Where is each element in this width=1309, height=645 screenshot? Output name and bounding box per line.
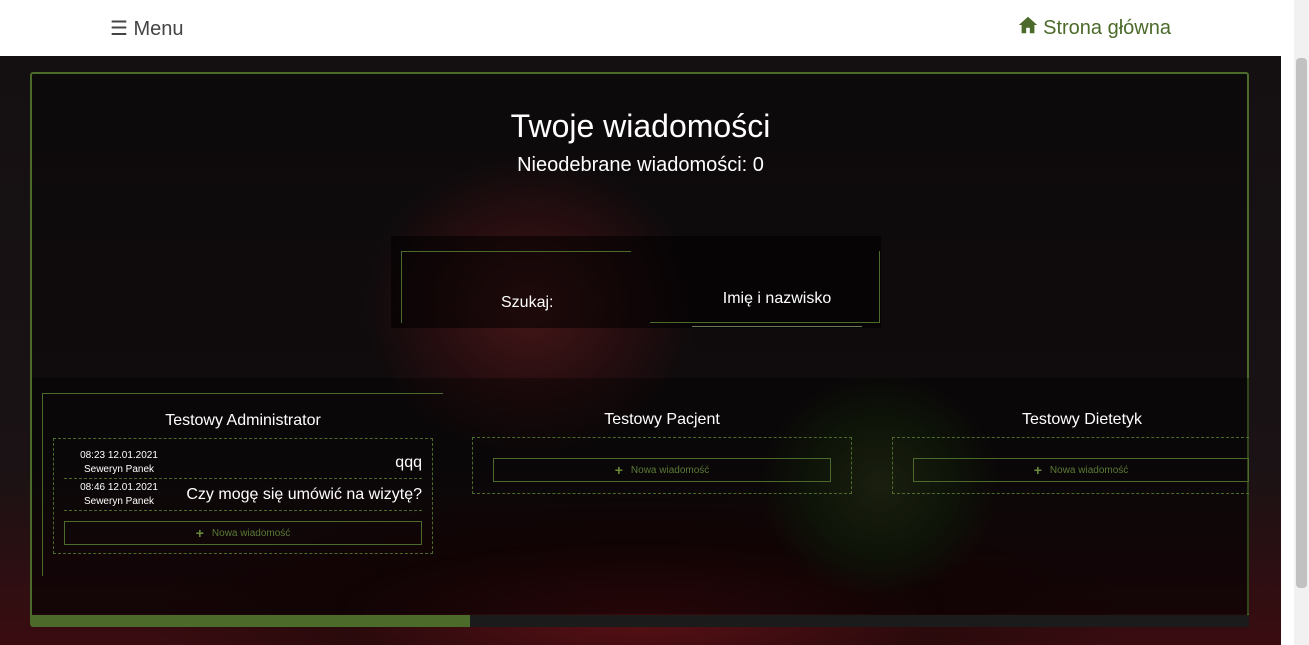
contact-card: Testowy Pacjent + Nowa wiadomość [472,409,852,494]
message-item[interactable]: 08:46 12.01.2021 Seweryn Panek Czy mogę … [64,479,422,511]
home-link-label: Strona główna [1043,16,1171,39]
message-meta: 08:46 12.01.2021 Seweryn Panek [64,481,174,509]
new-message-button[interactable]: + Nowa wiadomość [493,458,831,482]
message-time: 08:46 12.01.2021 [80,481,158,493]
search-input[interactable] [692,271,862,327]
contact-card: Testowy Administrator 08:23 12.01.2021 S… [53,410,433,554]
contact-name: Testowy Dietetyk [1021,411,1143,428]
contacts-section: Testowy Administrator 08:23 12.01.2021 S… [32,378,1249,614]
home-link[interactable]: Strona główna [1017,14,1171,42]
plus-icon: + [1033,462,1042,478]
message-text: qqq [395,453,422,471]
message-time: 08:23 12.01.2021 [80,449,158,461]
home-icon [1017,14,1039,42]
message-meta: 08:23 12.01.2021 Seweryn Panek [64,449,174,477]
new-message-button[interactable]: + Nowa wiadomość [913,458,1249,482]
new-message-button[interactable]: + Nowa wiadomość [64,521,422,545]
top-navbar: ☰ Menu Strona główna [0,0,1281,56]
contact-name: Testowy Administrator [165,412,321,429]
contact-card: Testowy Dietetyk + Nowa wiadomość [892,409,1249,494]
conversation-box: + Nowa wiadomość [892,437,1249,494]
search-section: Szukaj: [391,236,881,328]
new-message-label: Nowa wiadomość [211,527,291,539]
plus-icon: + [614,462,623,478]
progress-fill [32,615,471,627]
page-scrollbar[interactable] [1294,0,1309,645]
new-message-label: Nowa wiadomość [1049,464,1129,476]
new-message-label: Nowa wiadomość [630,464,710,476]
unread-count: Nieodebrane wiadomości: 0 [517,154,764,176]
plus-icon: + [195,525,204,541]
contact-name: Testowy Pacjent [604,411,720,428]
scrollbar-thumb[interactable] [1296,58,1307,588]
page-title: Twoje wiadomości [510,108,771,144]
conversation-box: + Nowa wiadomość [472,437,852,494]
search-frame: Szukaj: [401,251,880,327]
message-text: Czy mogę się umówić na wizytę? [186,485,422,503]
message-item[interactable]: 08:23 12.01.2021 Seweryn Panek qqq [64,447,422,479]
message-author: Seweryn Panek [83,463,155,475]
scroll-progress-bar [32,615,1249,627]
search-label: Szukaj: [501,294,554,311]
message-author: Seweryn Panek [83,495,155,507]
menu-button[interactable]: ☰ Menu [110,16,184,41]
conversation-box: 08:23 12.01.2021 Seweryn Panek qqq 08:46… [53,438,433,554]
